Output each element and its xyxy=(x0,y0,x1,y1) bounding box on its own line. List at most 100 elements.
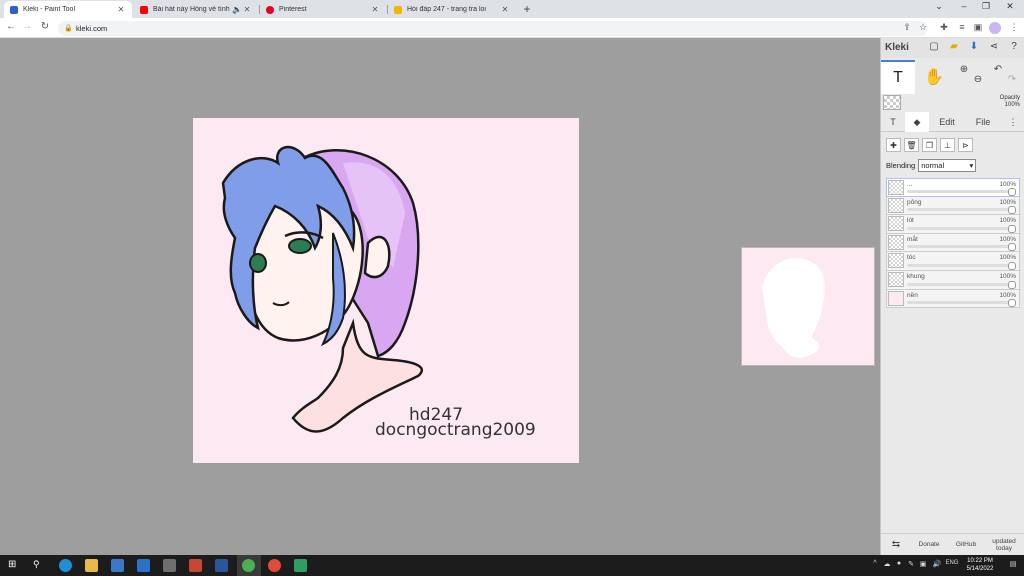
opacity-control[interactable]: Opacity 100% xyxy=(1000,95,1020,109)
undo-icon[interactable]: ↶ xyxy=(991,64,1005,75)
weather-icon[interactable]: ☁ xyxy=(882,560,892,568)
tab-hoidap[interactable]: Hỏi đáp 247 - trang tra loi ✕ xyxy=(388,1,516,18)
layer-item[interactable]: nền 100% xyxy=(886,289,1020,309)
sidepanel-icon[interactable]: ▣ xyxy=(972,22,984,33)
notifications-icon[interactable]: ▤ xyxy=(1008,560,1018,568)
drawing-canvas[interactable]: hd247 docngoctrang2009 xyxy=(193,118,579,463)
zoom-in-icon[interactable]: ⊕ xyxy=(957,64,971,75)
add-layer-icon[interactable]: ✚ xyxy=(886,138,901,152)
layer-name: nền xyxy=(907,291,918,299)
layer-opacity: 100% xyxy=(999,235,1016,243)
panel-menu-icon[interactable]: ⋮ xyxy=(1001,112,1024,132)
help-icon[interactable]: ? xyxy=(1007,41,1021,52)
windows-start-icon[interactable]: ⊞ xyxy=(8,559,21,572)
layer-name: ... xyxy=(907,181,913,188)
minimize-icon[interactable]: – xyxy=(954,1,974,11)
close-tab-icon[interactable]: ✕ xyxy=(500,5,510,14)
brush-settings-row: Opacity 100% xyxy=(881,94,1024,112)
github-link[interactable]: GitHub xyxy=(947,541,985,548)
restore-icon[interactable]: ❐ xyxy=(976,1,996,12)
layer-item[interactable]: ... 100% xyxy=(886,178,1020,197)
rename-layer-icon[interactable]: ⊳ xyxy=(958,138,973,152)
word-icon[interactable] xyxy=(215,559,228,572)
media-icon[interactable]: ≡ xyxy=(956,22,968,32)
layer-item[interactable]: lót 100% xyxy=(886,215,1020,234)
profile-avatar[interactable] xyxy=(989,22,1001,34)
layer-name: pông xyxy=(907,198,922,206)
layer-opacity: 100% xyxy=(999,254,1016,262)
blending-select[interactable]: normal xyxy=(918,159,977,172)
layer-item[interactable]: khung 100% xyxy=(886,270,1020,290)
chrome-icon[interactable] xyxy=(242,559,255,572)
mic-icon[interactable]: ● xyxy=(894,560,904,567)
speaker-icon[interactable]: 🔈 xyxy=(232,5,242,14)
tab-layers[interactable]: ◆ xyxy=(905,112,929,132)
layer-opacity-slider[interactable] xyxy=(907,280,1016,289)
download-icon[interactable]: ⬇ xyxy=(967,41,981,52)
layer-opacity-slider[interactable] xyxy=(907,299,1016,308)
updated-link[interactable]: updated today xyxy=(985,538,1023,552)
layer-item[interactable]: pông 100% xyxy=(886,196,1020,216)
pen-icon[interactable]: ✎ xyxy=(906,560,916,568)
share-icon[interactable]: ⋖ xyxy=(987,41,1001,52)
menu-icon[interactable]: ⋮ xyxy=(1008,22,1020,33)
layer-opacity-slider[interactable] xyxy=(907,261,1016,270)
tab-kleki[interactable]: Kleki - Paint Tool ✕ xyxy=(4,1,132,18)
duplicate-layer-icon[interactable]: ❐ xyxy=(922,138,937,152)
tray-chevron-icon[interactable]: ^ xyxy=(870,560,880,567)
tab-edit[interactable]: Edit xyxy=(929,112,965,132)
edge-icon[interactable] xyxy=(59,559,72,572)
layer-opacity-slider[interactable] xyxy=(907,187,1016,196)
new-image-icon[interactable]: ▢ xyxy=(927,41,941,52)
layer-opacity-slider[interactable] xyxy=(907,243,1016,252)
close-tab-icon[interactable]: ✕ xyxy=(242,5,252,14)
chrome-profile-icon[interactable] xyxy=(268,559,281,572)
tab-file[interactable]: File xyxy=(965,112,1001,132)
app-icon[interactable] xyxy=(294,559,307,572)
swap-icon[interactable]: ⇆ xyxy=(881,539,911,550)
tab-tool-settings[interactable]: T xyxy=(881,112,905,132)
open-folder-icon[interactable]: ▰ xyxy=(947,41,961,52)
hand-tool-icon[interactable]: ✋ xyxy=(917,60,951,94)
tab-pinterest[interactable]: Pinterest ✕ xyxy=(260,1,386,18)
language-indicator[interactable]: ENG xyxy=(945,560,959,566)
redo-icon[interactable]: ↷ xyxy=(1005,74,1019,85)
store-icon[interactable] xyxy=(111,559,124,572)
opacity-value: 100% xyxy=(1004,102,1020,108)
close-window-icon[interactable]: ✕ xyxy=(1000,1,1020,12)
mail-icon[interactable] xyxy=(137,559,150,572)
camera-icon[interactable] xyxy=(163,559,176,572)
share-icon[interactable]: ⇪ xyxy=(901,22,913,33)
layer-item[interactable]: mắt 100% xyxy=(886,233,1020,253)
zoom-out-icon[interactable]: ⊖ xyxy=(971,74,985,85)
volume-icon[interactable]: 🔊 xyxy=(932,560,942,568)
delete-layer-icon[interactable]: 🗑 xyxy=(904,138,919,152)
forward-icon[interactable]: → xyxy=(20,21,34,32)
donate-link[interactable]: Donate xyxy=(911,541,947,548)
system-clock[interactable]: 10:22 PM 5/14/2022 xyxy=(962,557,998,573)
youtube-favicon-icon xyxy=(140,5,148,14)
extensions-icon[interactable]: ✚ xyxy=(938,22,950,33)
search-icon[interactable]: ⚲ xyxy=(33,559,46,572)
lock-icon[interactable]: 🔒 xyxy=(64,21,73,36)
layer-opacity-slider[interactable] xyxy=(907,206,1016,215)
close-tab-icon[interactable]: ✕ xyxy=(370,5,380,14)
tab-search-icon[interactable]: ⌄ xyxy=(929,1,949,12)
color-swatch[interactable] xyxy=(883,95,901,110)
close-tab-icon[interactable]: ✕ xyxy=(116,5,126,14)
new-tab-button[interactable]: + xyxy=(520,2,534,16)
panel-header: Kleki ▢ ▰ ⬇ ⋖ ? xyxy=(881,38,1024,58)
file-explorer-icon[interactable] xyxy=(85,559,98,572)
merge-layer-icon[interactable]: ⊥ xyxy=(940,138,955,152)
bookmark-star-icon[interactable]: ☆ xyxy=(917,22,929,33)
tab-title: Bài hát này Hồng về tình iu. xyxy=(153,6,232,13)
address-bar[interactable]: 🔒 kleki.com xyxy=(58,21,928,36)
antivirus-icon[interactable]: ▣ xyxy=(918,560,928,568)
layer-opacity-slider[interactable] xyxy=(907,224,1016,233)
back-icon[interactable]: ← xyxy=(4,21,18,32)
powerpoint-icon[interactable] xyxy=(189,559,202,572)
text-tool-button[interactable]: T xyxy=(881,60,915,94)
reload-icon[interactable]: ↻ xyxy=(38,21,52,32)
layer-item[interactable]: tóc 100% xyxy=(886,252,1020,271)
tab-youtube[interactable]: Bài hát này Hồng về tình iu. 🔈 ✕ xyxy=(134,1,258,18)
